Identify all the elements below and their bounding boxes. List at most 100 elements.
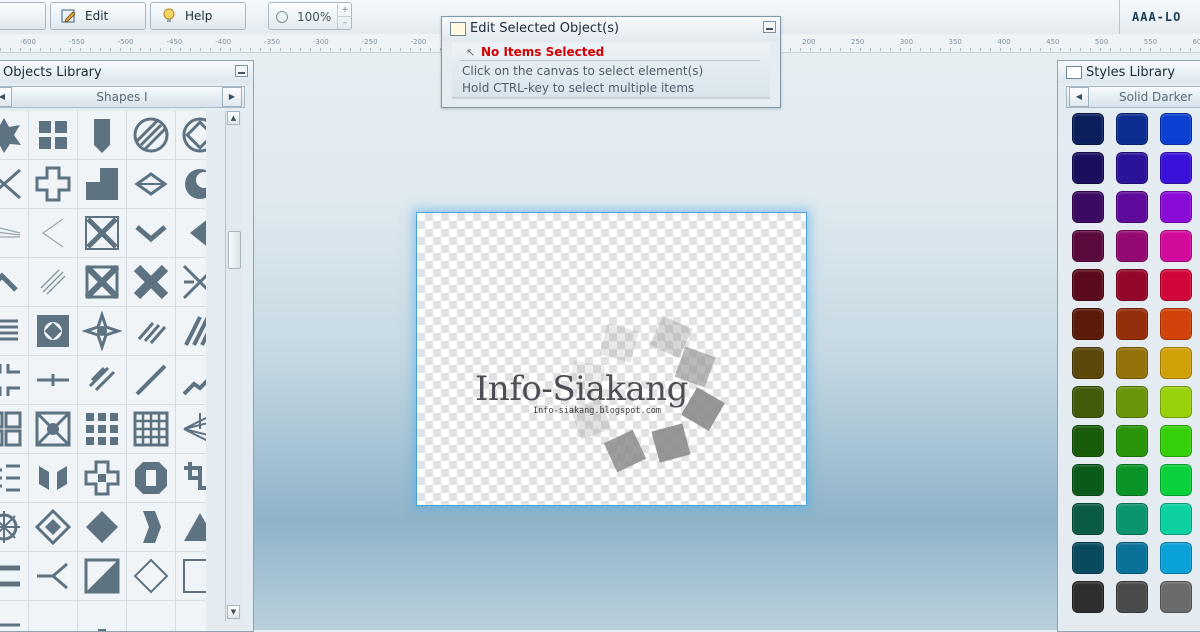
zoom-out-button[interactable]: – [337,16,352,29]
style-swatch[interactable] [1072,542,1104,574]
shape-tile[interactable] [0,405,28,453]
scroll-thumb[interactable] [228,231,241,269]
style-swatch[interactable] [1072,386,1104,418]
style-swatch[interactable] [1116,425,1148,457]
style-swatch[interactable] [1160,581,1192,613]
style-swatch[interactable] [1160,386,1192,418]
shape-tile[interactable] [0,307,28,355]
shape-tile[interactable] [176,552,206,600]
shapes-next-button[interactable]: ▶ [222,87,242,107]
shape-tile[interactable] [29,601,77,631]
style-swatch[interactable] [1160,230,1192,262]
shape-tile[interactable] [78,552,126,600]
style-swatch[interactable] [1116,191,1148,223]
shape-tile[interactable] [127,503,175,551]
shape-tile[interactable] [29,405,77,453]
shape-tile[interactable] [127,601,175,631]
shape-tile[interactable] [127,552,175,600]
shape-tile[interactable] [29,454,77,502]
shape-tile[interactable] [29,503,77,551]
shape-tile[interactable] [0,503,28,551]
style-swatch[interactable] [1160,191,1192,223]
style-swatch[interactable] [1072,503,1104,535]
shape-tile[interactable] [176,503,206,551]
style-swatch[interactable] [1116,581,1148,613]
style-swatch[interactable] [1116,347,1148,379]
shape-tile[interactable] [78,356,126,404]
shape-tile[interactable] [78,503,126,551]
shape-tile[interactable] [78,258,126,306]
style-swatch[interactable] [1160,464,1192,496]
style-swatch[interactable] [1160,347,1192,379]
shape-tile[interactable] [127,258,175,306]
shape-tile[interactable] [176,454,206,502]
shape-tile[interactable] [127,111,175,159]
style-swatch[interactable] [1072,152,1104,184]
shape-tile[interactable] [78,209,126,257]
shape-tile[interactable] [0,356,28,404]
shape-tile[interactable] [0,601,28,631]
shape-tile[interactable] [0,258,28,306]
shape-tile[interactable] [0,552,28,600]
shape-tile[interactable] [78,160,126,208]
scroll-up-button[interactable]: ▲ [227,111,240,125]
shape-tile[interactable] [78,307,126,355]
help-menu-button[interactable]: Help [150,2,246,30]
shape-tile[interactable] [78,111,126,159]
shape-tile[interactable] [29,258,77,306]
shapes-scrollbar[interactable]: ▲ ▼ [225,111,242,621]
shape-tile[interactable] [78,405,126,453]
shape-tile[interactable] [0,454,28,502]
truncated-toolbar-button[interactable] [0,2,46,30]
shape-tile[interactable] [176,111,206,159]
style-swatch[interactable] [1116,542,1148,574]
shape-tile[interactable] [127,307,175,355]
styles-prev-button[interactable]: ◀ [1069,87,1089,107]
shape-tile[interactable] [0,209,28,257]
style-swatch[interactable] [1072,347,1104,379]
shape-tile[interactable] [127,209,175,257]
shape-tile[interactable] [29,356,77,404]
style-swatch[interactable] [1160,152,1192,184]
shape-tile[interactable] [29,307,77,355]
style-swatch[interactable] [1072,230,1104,262]
shape-tile[interactable] [0,160,28,208]
style-swatch[interactable] [1116,230,1148,262]
shape-tile[interactable] [176,405,206,453]
shape-tile[interactable] [78,454,126,502]
style-swatch[interactable] [1072,464,1104,496]
style-swatch[interactable] [1116,113,1148,145]
shape-tile[interactable] [0,111,28,159]
shape-tile[interactable] [29,111,77,159]
style-swatch[interactable] [1072,113,1104,145]
style-swatch[interactable] [1072,191,1104,223]
style-swatch[interactable] [1116,152,1148,184]
style-swatch[interactable] [1072,425,1104,457]
shape-tile[interactable] [176,601,206,631]
shape-tile[interactable] [127,405,175,453]
style-swatch[interactable] [1160,542,1192,574]
shape-tile[interactable] [127,160,175,208]
shape-tile[interactable] [78,601,126,631]
design-canvas[interactable]: Info-Siakang Info-siakang.blogspot.com [416,212,807,506]
shape-tile[interactable] [127,356,175,404]
style-swatch[interactable] [1072,308,1104,340]
scroll-down-button[interactable]: ▼ [227,605,240,619]
style-swatch[interactable] [1116,269,1148,301]
style-swatch[interactable] [1160,113,1192,145]
style-swatch[interactable] [1072,269,1104,301]
style-swatch[interactable] [1116,386,1148,418]
shape-tile[interactable] [176,307,206,355]
shape-tile[interactable] [29,160,77,208]
shape-tile[interactable] [127,454,175,502]
style-swatch[interactable] [1160,425,1192,457]
style-swatch[interactable] [1160,503,1192,535]
shape-tile[interactable] [176,258,206,306]
shape-tile[interactable] [176,356,206,404]
shape-tile[interactable] [29,552,77,600]
edit-menu-button[interactable]: Edit [50,2,146,30]
style-swatch[interactable] [1160,308,1192,340]
edit-panel-minimize-button[interactable] [763,21,776,33]
zoom-control[interactable]: 100% + – [268,2,352,30]
shape-tile[interactable] [29,209,77,257]
